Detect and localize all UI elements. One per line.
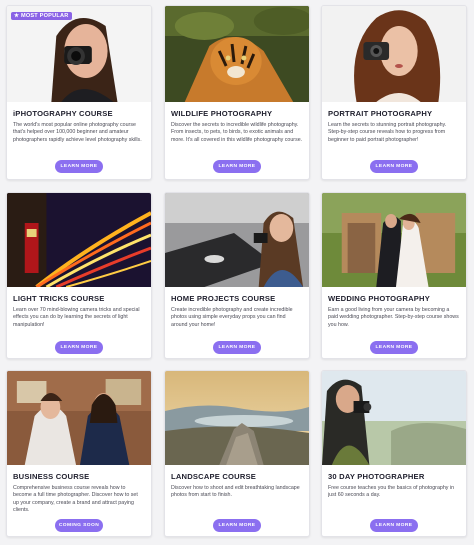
course-image-coastal-photographer[interactable] [322, 371, 466, 465]
course-title[interactable]: WILDLIFE PHOTOGRAPHY [171, 109, 303, 118]
course-description: Discover the secrets to incredible wildl… [171, 122, 303, 143]
course-description: The world's most popular online photogra… [13, 122, 142, 143]
learn-more-button[interactable]: LEARN MORE [213, 341, 261, 354]
learn-more-button[interactable]: LEARN MORE [55, 341, 103, 354]
learn-more-button[interactable]: LEARN MORE [213, 519, 261, 532]
course-title[interactable]: BUSINESS COURSE [13, 472, 145, 481]
course-image-landscape[interactable] [165, 371, 309, 465]
course-description: Comprehensive business course reveals ho… [13, 485, 138, 513]
course-title[interactable]: LIGHT TRICKS COURSE [13, 294, 145, 303]
course-grid: ★ MOST POPULAR iPHOTOGRAPHY COURSE The w… [0, 0, 474, 545]
course-description: Free course teaches you the basics of ph… [328, 485, 455, 499]
course-card-landscape[interactable]: LANDSCAPE COURSE Discover how to shoot a… [164, 370, 310, 537]
course-image-home-studio[interactable] [165, 193, 309, 287]
course-card-wedding[interactable]: WEDDING PHOTOGRAPHY Earn a good living f… [321, 192, 467, 359]
course-title[interactable]: WEDDING PHOTOGRAPHY [328, 294, 460, 303]
course-title[interactable]: PORTRAIT PHOTOGRAPHY [328, 109, 460, 118]
course-description: Learn over 70 mind-blowing camera tricks… [13, 307, 140, 328]
coming-soon-button[interactable]: COMING SOON [55, 519, 103, 532]
course-card-home-projects[interactable]: HOME PROJECTS COURSE Create incredible p… [164, 192, 310, 359]
course-description: Learn the secrets to stunning portrait p… [328, 122, 447, 143]
course-title[interactable]: HOME PROJECTS COURSE [171, 294, 303, 303]
course-card-30-day[interactable]: 30 DAY PHOTOGRAPHER Free course teaches … [321, 370, 467, 537]
most-popular-badge: ★ MOST POPULAR [11, 12, 73, 20]
learn-more-button[interactable]: LEARN MORE [370, 519, 418, 532]
course-title[interactable]: 30 DAY PHOTOGRAPHER [328, 472, 460, 481]
course-image-portrait-woman[interactable] [322, 6, 466, 102]
course-card-portrait[interactable]: PORTRAIT PHOTOGRAPHY Learn the secrets t… [321, 5, 467, 180]
course-description: Create incredible photography and create… [171, 307, 293, 328]
course-title[interactable]: LANDSCAPE COURSE [171, 472, 303, 481]
course-card-light-tricks[interactable]: LIGHT TRICKS COURSE Learn over 70 mind-b… [6, 192, 152, 359]
learn-more-button[interactable]: LEARN MORE [55, 160, 103, 173]
course-image-light-trails[interactable] [7, 193, 151, 287]
learn-more-button[interactable]: LEARN MORE [370, 341, 418, 354]
course-image-two-women[interactable] [7, 371, 151, 465]
course-image-wedding-couple[interactable] [322, 193, 466, 287]
course-card-business[interactable]: BUSINESS COURSE Comprehensive business c… [6, 370, 152, 537]
course-description: Discover how to shoot and edit breathtak… [171, 485, 300, 499]
learn-more-button[interactable]: LEARN MORE [213, 160, 261, 173]
course-card-wildlife[interactable]: WILDLIFE PHOTOGRAPHY Discover the secret… [164, 5, 310, 180]
course-image-tiger[interactable] [165, 6, 309, 102]
course-image-woman-camera[interactable]: ★ MOST POPULAR [7, 6, 151, 102]
learn-more-button[interactable]: LEARN MORE [370, 160, 418, 173]
course-title[interactable]: iPHOTOGRAPHY COURSE [13, 109, 145, 118]
course-card-iphotography[interactable]: ★ MOST POPULAR iPHOTOGRAPHY COURSE The w… [6, 5, 152, 180]
course-description: Earn a good living from your camera by b… [328, 307, 459, 328]
